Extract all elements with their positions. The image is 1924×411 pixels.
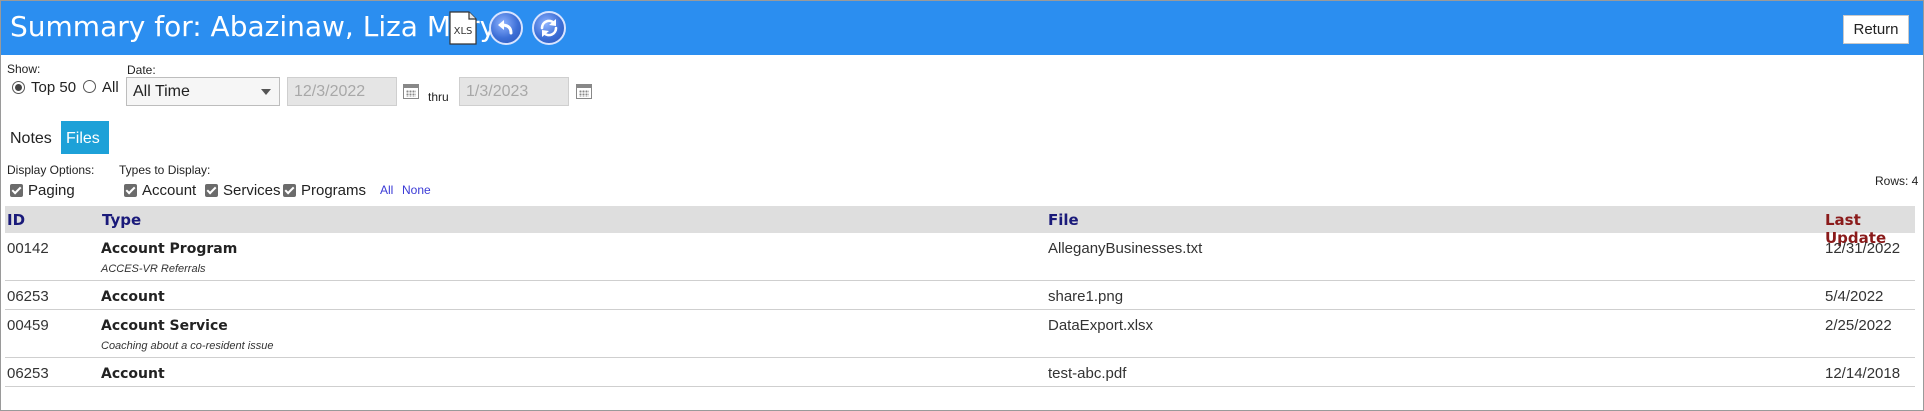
types-to-display-label: Types to Display: <box>119 163 211 177</box>
cell-type: Account Program <box>101 241 238 257</box>
show-top50-radio[interactable] <box>12 81 25 94</box>
cell-id: 00142 <box>7 240 49 257</box>
undo-arrow-icon <box>498 20 513 35</box>
cell-id: 06253 <box>7 288 49 305</box>
calendar-icon-to[interactable] <box>576 84 592 99</box>
tab-files[interactable]: Files <box>61 121 109 154</box>
table-row[interactable]: 06253 Account test-abc.pdf 12/14/2018 <box>5 358 1915 387</box>
cell-id: 00459 <box>7 317 49 334</box>
return-button[interactable]: Return <box>1843 15 1909 44</box>
cell-last-update: 12/14/2018 <box>1825 365 1901 382</box>
back-button[interactable] <box>489 11 523 45</box>
cell-file[interactable]: AlleganyBusinesses.txt <box>1048 240 1202 257</box>
type-programs-checkbox[interactable] <box>283 184 296 197</box>
cell-type-description: ACCES-VR Referrals <box>101 263 206 275</box>
thru-label: thru <box>428 90 449 104</box>
paging-label: Paging <box>28 182 75 199</box>
table-row[interactable]: 06253 Account share1.png 5/4/2022 <box>5 281 1915 310</box>
display-options-label: Display Options: <box>7 163 95 177</box>
xls-export-icon[interactable]: XLS <box>449 11 477 45</box>
type-account-checkbox[interactable] <box>124 184 137 197</box>
cell-file[interactable]: share1.png <box>1048 288 1123 305</box>
cell-file[interactable]: DataExport.xlsx <box>1048 317 1153 334</box>
cell-type: Account <box>101 289 165 305</box>
chevron-down-icon <box>261 89 271 95</box>
select-none-link[interactable]: None <box>402 183 431 197</box>
show-label: Show: <box>7 62 41 76</box>
type-programs-label: Programs <box>301 182 367 199</box>
paging-checkbox[interactable] <box>10 184 23 197</box>
cell-last-update: 5/4/2022 <box>1825 288 1884 305</box>
cell-last-update: 2/25/2022 <box>1825 317 1892 334</box>
row-count: Rows: 4 <box>1875 174 1919 188</box>
column-header-type[interactable]: Type <box>102 211 141 229</box>
refresh-icon <box>540 19 558 37</box>
table-row[interactable]: 00142 Account Program ACCES-VR Referrals… <box>5 233 1915 281</box>
show-top50-label: Top 50 <box>31 79 77 96</box>
cell-type: Account Service <box>101 318 228 334</box>
cell-type-description: Coaching about a co-resident issue <box>101 340 274 352</box>
date-from-input[interactable]: 12/3/2022 <box>287 77 397 106</box>
header-bar: Summary for: Abazinaw, Liza Mary XLS Ret… <box>1 1 1923 55</box>
type-services-label: Services <box>223 182 281 199</box>
xls-icon-label: XLS <box>454 26 473 37</box>
cell-type: Account <box>101 366 165 382</box>
type-account-label: Account <box>142 182 197 199</box>
date-range-select[interactable]: All Time <box>126 77 280 106</box>
type-services-checkbox[interactable] <box>205 184 218 197</box>
date-range-value: All Time <box>133 83 190 100</box>
tab-notes[interactable]: Notes <box>5 121 61 154</box>
cell-id: 06253 <box>7 365 49 382</box>
table-row[interactable]: 00459 Account Service Coaching about a c… <box>5 310 1915 358</box>
calendar-icon-from[interactable] <box>403 84 419 99</box>
cell-file[interactable]: test-abc.pdf <box>1048 365 1126 382</box>
table-header: ID Type File Last Update <box>5 206 1915 247</box>
select-all-link[interactable]: All <box>380 183 393 197</box>
column-header-file[interactable]: File <box>1048 211 1079 229</box>
page-title: Summary for: Abazinaw, Liza Mary <box>10 10 497 43</box>
show-all-label: All <box>102 79 119 96</box>
date-label: Date: <box>127 63 156 77</box>
column-header-id[interactable]: ID <box>7 211 25 229</box>
cell-last-update: 12/31/2022 <box>1825 240 1901 257</box>
refresh-button[interactable] <box>532 11 566 45</box>
date-to-input[interactable]: 1/3/2023 <box>459 77 569 106</box>
show-all-radio[interactable] <box>83 80 96 93</box>
